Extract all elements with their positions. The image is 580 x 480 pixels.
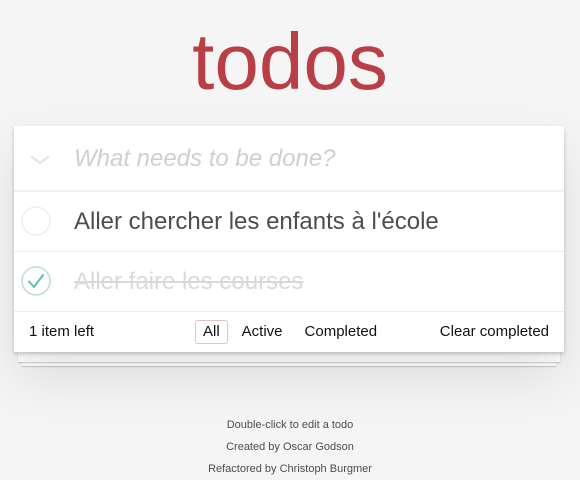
filter-completed[interactable]: Completed (297, 320, 386, 344)
todo-footer: 1 item left All Active Completed Clear c… (14, 312, 564, 352)
clear-completed-button[interactable]: Clear completed (440, 312, 549, 352)
info-footer: Double-click to edit a todo Created by O… (0, 414, 580, 480)
info-edit-hint: Double-click to edit a todo (226, 419, 354, 431)
stack-shadow (18, 352, 560, 362)
filter-active[interactable]: Active (234, 320, 291, 344)
info-created-by: Created by Oscar Godson (226, 441, 354, 453)
todo-item[interactable]: Aller chercher les enfants à l'école (14, 192, 564, 252)
item-count: 1 item left (29, 323, 95, 340)
todo-label[interactable]: Aller chercher les enfants à l'école (74, 192, 439, 251)
chevron-down-icon[interactable] (28, 148, 52, 172)
todo-app: Aller chercher les enfants à l'école All… (14, 126, 564, 352)
todo-header (14, 126, 564, 192)
unchecked-circle-icon[interactable] (21, 206, 51, 236)
checkmark-circle-icon[interactable] (21, 266, 51, 296)
filter-all[interactable]: All (195, 320, 228, 344)
todo-label[interactable]: Aller faire les courses (74, 252, 303, 311)
filters: All Active Completed (192, 320, 388, 344)
todo-item[interactable]: Aller faire les courses (14, 252, 564, 312)
info-refactored-by: Refactored by Christoph Burgmer (208, 463, 372, 475)
todo-list: Aller chercher les enfants à l'école All… (14, 192, 564, 312)
new-todo-input[interactable] (74, 126, 554, 191)
stack-shadow (22, 356, 556, 366)
app-title: todos (192, 17, 388, 106)
